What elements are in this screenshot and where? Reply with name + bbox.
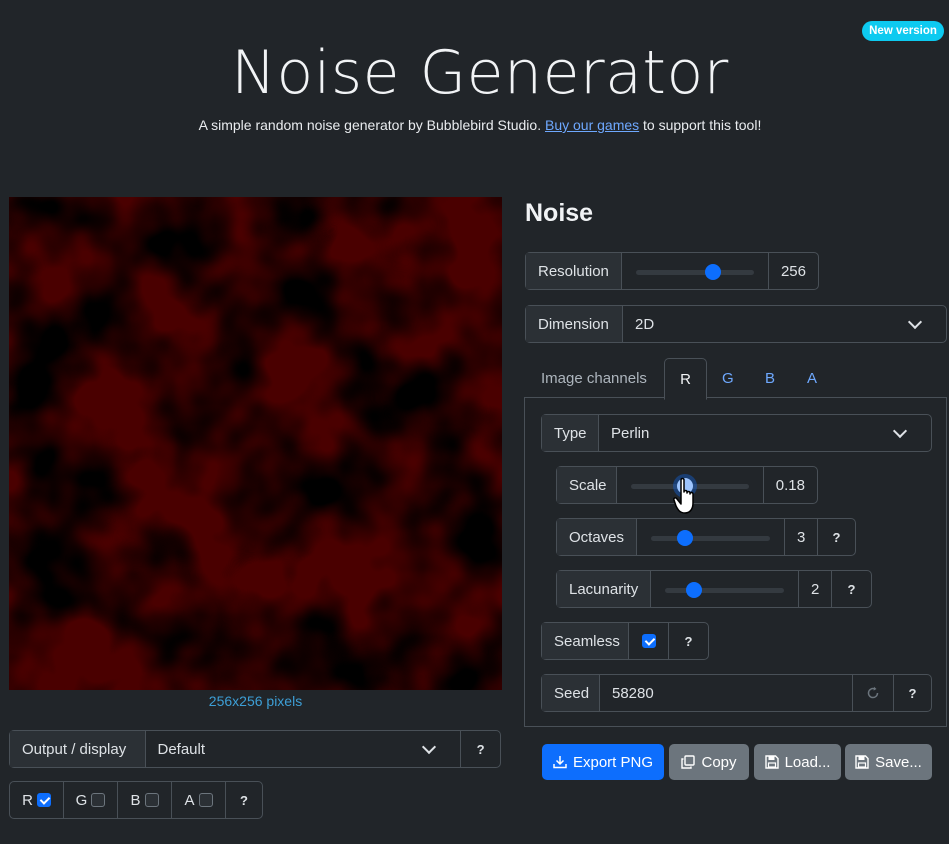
channel-a-toggle[interactable]: A [172,782,226,818]
output-display-label: Output / display [10,731,146,767]
dimension-group: Dimension 2D [525,305,947,343]
refresh-icon [867,686,879,699]
octaves-value: 3 [785,519,818,555]
channel-g-toggle[interactable]: G [64,782,118,818]
seamless-toggle[interactable] [629,623,669,659]
octaves-help-button[interactable]: ? [818,519,855,555]
export-png-button[interactable]: Export PNG [542,744,664,780]
channel-g-checkbox[interactable] [91,793,106,807]
lacunarity-slider-track [665,588,784,593]
page-title: Noise Generator [231,38,729,108]
tab-channel-b[interactable]: B [765,358,775,398]
type-select[interactable]: Perlin [599,415,931,451]
save-disk-icon [855,755,869,769]
channel-b-label: B [130,791,141,809]
output-display-select[interactable]: Default [146,731,462,767]
seamless-checkbox[interactable] [641,634,656,648]
channel-b-checkbox[interactable] [144,793,159,807]
resolution-group: Resolution 256 [525,252,819,290]
image-channels-label: Image channels [541,369,647,387]
page-subtitle: A simple random noise generator by Bubbl… [0,117,949,133]
octaves-label: Octaves [557,519,637,555]
lacunarity-help-button[interactable]: ? [832,571,871,607]
seamless-group: Seamless ? [541,622,709,660]
copy-label: Copy [701,753,737,771]
copy-button[interactable]: Copy [669,744,749,780]
seed-group: Seed 58280 ? [541,674,932,712]
channel-r-label: R [22,791,33,809]
resolution-slider[interactable] [622,253,769,289]
lacunarity-label: Lacunarity [557,571,651,607]
load-button[interactable]: Load... [754,744,841,780]
download-icon [553,756,567,769]
seed-help-button[interactable]: ? [894,675,931,711]
octaves-slider-thumb[interactable] [676,530,693,546]
lacunarity-slider-thumb[interactable] [685,582,702,598]
dimension-select[interactable]: 2D [623,306,946,342]
seed-label: Seed [542,675,600,711]
subtitle-text: A simple random noise generator by Bubbl… [198,117,545,133]
dimension-value: 2D [635,315,655,333]
type-group: Type Perlin [541,414,932,452]
tab-channel-r[interactable]: R [664,358,707,400]
seamless-help-button[interactable]: ? [669,623,708,659]
randomize-seed-button[interactable] [853,675,894,711]
channel-r-checkbox[interactable] [36,793,51,807]
buy-games-link[interactable]: Buy our games [545,117,639,133]
output-display-value: Default [157,740,206,758]
output-channels-group: R G B A ? [9,781,263,819]
scale-value: 0.18 [775,476,805,494]
export-png-label: Export PNG [572,753,654,771]
lacunarity-value: 2 [799,571,832,607]
channel-b-toggle[interactable]: B [118,782,172,818]
output-display-group: Output / display Default ? [9,730,501,768]
resolution-caption: 256x256 pixels [208,693,303,709]
lacunarity-group: Lacunarity 2 ? [556,570,872,608]
noise-section-title: Noise [525,199,594,227]
tab-channel-a[interactable]: A [807,358,817,398]
chevron-down-icon [907,314,923,329]
seamless-label: Seamless [542,623,629,659]
octaves-slider-track [651,536,770,541]
resolution-label: Resolution [526,253,622,289]
resolution-slider-thumb[interactable] [705,264,722,280]
type-label: Type [542,415,599,451]
load-label: Load... [784,753,831,771]
noise-preview [9,197,502,690]
type-value: Perlin [611,424,650,442]
save-disk-icon [764,755,779,769]
save-button[interactable]: Save... [845,744,932,780]
scale-label: Scale [557,467,617,503]
octaves-slider[interactable] [637,519,785,555]
image-channel-tabs: Image channels R G B A [525,358,947,400]
dimension-label: Dimension [526,306,623,342]
channel-g-label: G [75,791,88,809]
channels-help-button[interactable]: ? [226,782,262,818]
output-help-button[interactable]: ? [461,731,500,767]
lacunarity-slider[interactable] [651,571,799,607]
channel-a-checkbox[interactable] [198,793,213,807]
save-label: Save... [875,753,922,771]
octaves-group: Octaves 3 ? [556,518,856,556]
chevron-down-icon [892,423,908,438]
copy-icon [681,755,696,769]
resolution-value: 256 [780,262,806,280]
channel-r-toggle[interactable]: R [10,782,64,818]
noise-preview-image [9,197,502,690]
channel-a-label: A [184,791,195,809]
chevron-down-icon [422,739,437,754]
subtitle-text-end: to support this tool! [639,117,762,133]
resolution-slider-track [635,270,754,275]
tab-channel-g[interactable]: G [722,358,734,398]
hand-cursor-icon [673,477,694,514]
seed-input[interactable]: 58280 [600,675,853,711]
